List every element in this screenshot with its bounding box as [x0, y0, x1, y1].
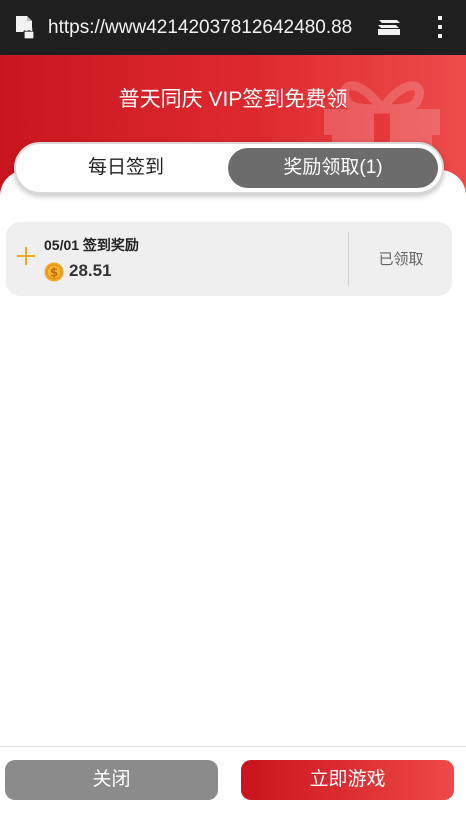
- divider: [348, 232, 349, 286]
- page-title: 普天同庆 VIP签到免费领: [118, 88, 348, 111]
- plus-icon: [17, 247, 35, 265]
- status-badge: 已领取: [378, 251, 424, 268]
- record-title: 05/01 签到奖励: [44, 237, 139, 253]
- tab-switcher: 每日签到 奖励领取(1): [14, 142, 444, 194]
- page-icon: [16, 16, 35, 40]
- play-now-button[interactable]: 立即游戏: [241, 760, 454, 800]
- footer-divider: [0, 746, 466, 747]
- tab-daily-checkin[interactable]: 每日签到: [26, 148, 226, 188]
- menu-icon[interactable]: [433, 14, 447, 40]
- url-text[interactable]: https://www42142037812642480.88: [48, 15, 354, 41]
- browser-address-bar: https://www42142037812642480.88: [0, 0, 466, 55]
- tab-reward-claim[interactable]: 奖励领取(1): [228, 148, 438, 188]
- record-amount: 28.51: [69, 261, 112, 280]
- tabs-icon[interactable]: [376, 16, 402, 38]
- coin-icon: $: [44, 262, 64, 282]
- svg-text:$: $: [50, 266, 58, 280]
- close-button[interactable]: 关闭: [5, 760, 218, 800]
- list-item: 05/01 签到奖励 $ 28.51 已领取: [6, 222, 452, 296]
